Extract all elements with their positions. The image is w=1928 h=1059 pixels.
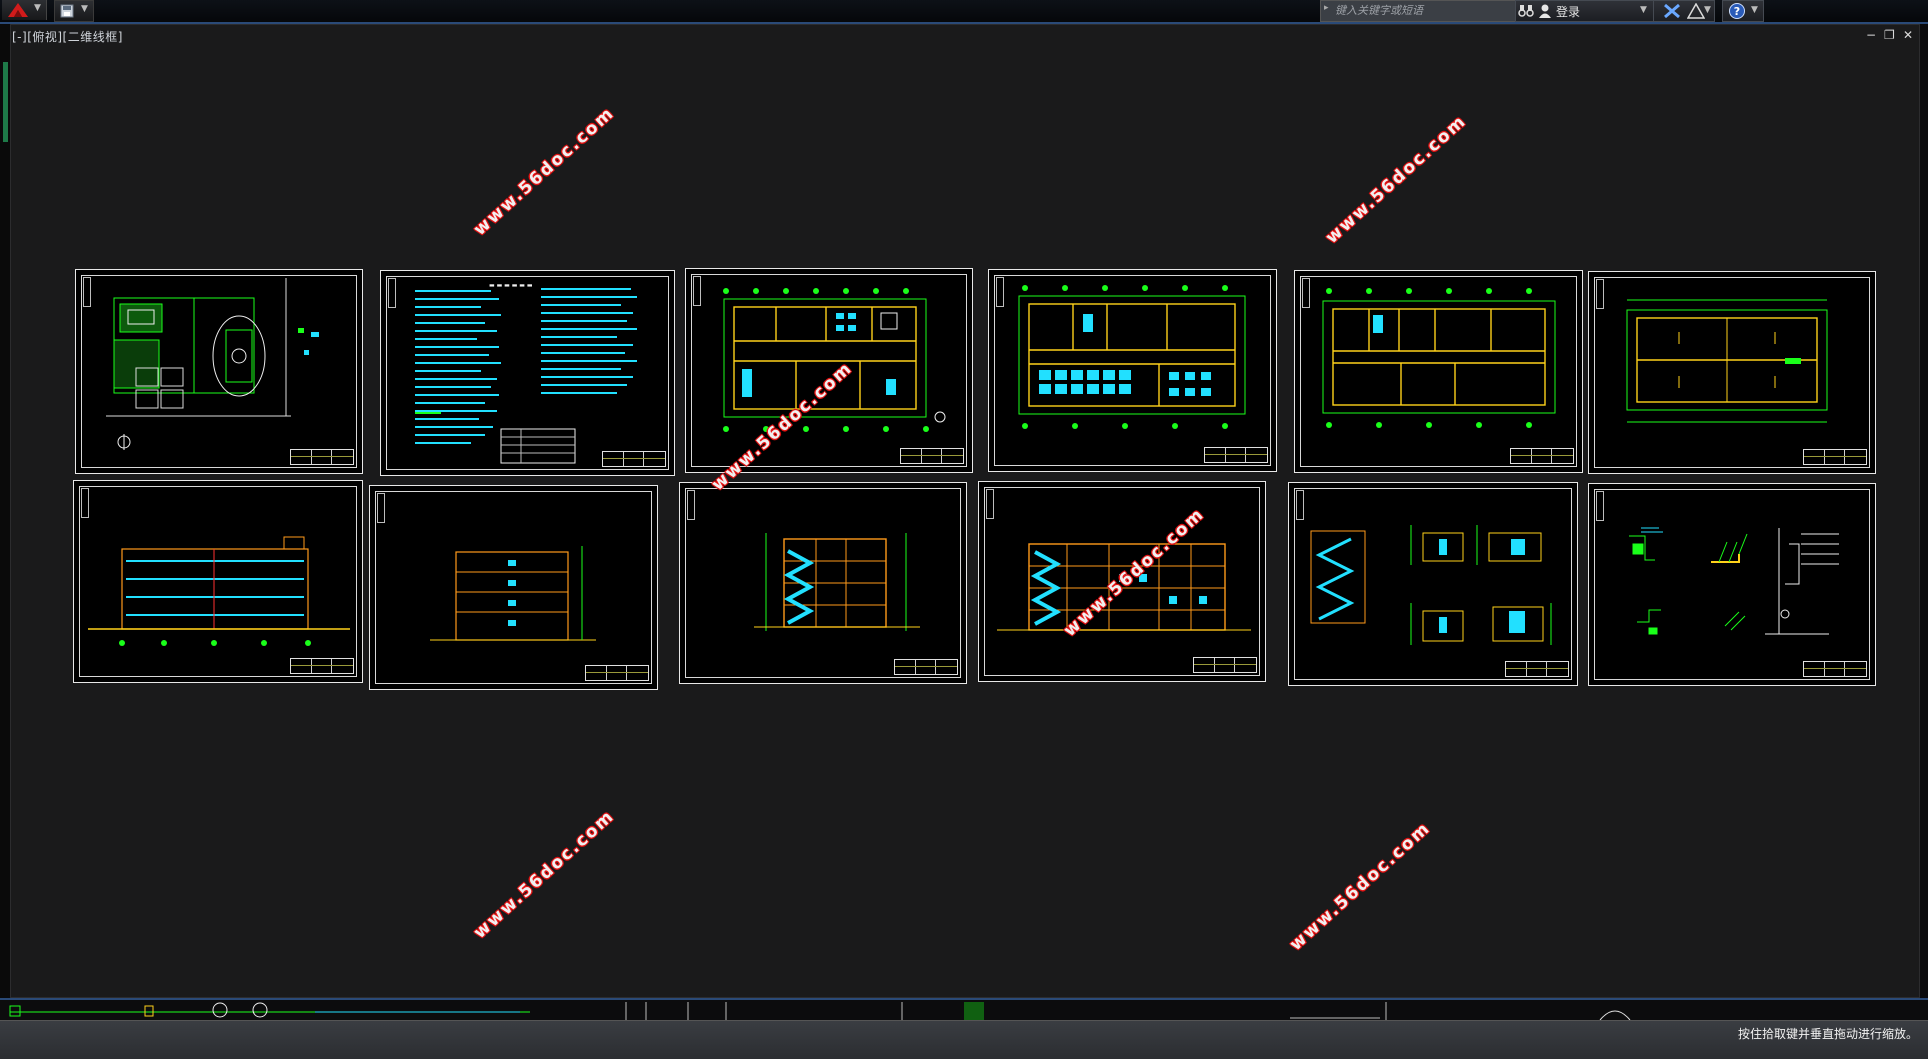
second-floor-plan-drawing bbox=[1018, 285, 1246, 429]
chevron-right-icon: ▸ bbox=[1324, 3, 1329, 13]
roof-plan-drawing bbox=[1626, 299, 1828, 423]
command-line-strip[interactable] bbox=[0, 998, 1928, 1022]
side-elevation-drawing bbox=[430, 546, 596, 641]
left-palette-strip bbox=[0, 22, 10, 1058]
user-icon bbox=[1539, 4, 1551, 18]
autocad-app-icon bbox=[8, 3, 28, 17]
chevron-down-icon: ▼ bbox=[34, 3, 41, 13]
sheet-side-elevation[interactable] bbox=[369, 485, 658, 690]
chevron-down-icon: ▼ bbox=[1704, 5, 1711, 15]
application-menu-button[interactable]: ▼ bbox=[2, 0, 47, 20]
third-floor-plan-drawing bbox=[1322, 288, 1556, 428]
layout-preview-strip bbox=[9, 1002, 1631, 1021]
site-plan-drawing bbox=[106, 278, 319, 450]
svg-text:?: ? bbox=[1734, 5, 1740, 18]
sheet-stair-details[interactable] bbox=[1288, 482, 1578, 686]
exchange-group[interactable]: ▼ bbox=[1653, 0, 1715, 22]
help-icon[interactable]: ? bbox=[1728, 2, 1746, 20]
sheet-roof-plan[interactable] bbox=[1588, 271, 1876, 474]
sheet-site-plan[interactable] bbox=[75, 269, 363, 474]
status-message: 按住拾取键并垂直拖动进行缩放。 bbox=[1737, 1027, 1918, 1041]
chevron-down-icon: ▼ bbox=[1751, 5, 1758, 15]
chevron-down-icon: ▼ bbox=[81, 4, 88, 14]
front-elevation-drawing bbox=[88, 536, 350, 646]
login-group[interactable]: 登录 ▼ bbox=[1515, 0, 1655, 22]
sheet-section-1-1[interactable] bbox=[679, 482, 967, 684]
status-bar: 按住拾取键并垂直拖动进行缩放。 bbox=[0, 1020, 1928, 1059]
login-label[interactable]: 登录 bbox=[1556, 3, 1580, 20]
help-group[interactable]: ? ▼ bbox=[1722, 0, 1764, 22]
a360-icon[interactable] bbox=[1687, 3, 1705, 19]
sheet-front-elevation[interactable] bbox=[73, 480, 363, 683]
search-box[interactable]: ▸ bbox=[1320, 0, 1518, 22]
construction-details-drawing bbox=[1629, 527, 1839, 635]
viewport-label[interactable]: [-][俯视][二维线框] bbox=[12, 28, 123, 45]
title-bar: ▼ ▼ ▸ 登录 ▼ ▼ bbox=[0, 0, 1928, 24]
stair-details-drawing bbox=[1310, 525, 1552, 645]
viewport-close-button[interactable]: ✕ bbox=[1903, 28, 1913, 42]
save-icon bbox=[60, 4, 74, 18]
palette-accent bbox=[3, 62, 8, 142]
exchange-x-icon[interactable] bbox=[1663, 3, 1681, 19]
binoculars-icon[interactable] bbox=[1518, 3, 1534, 19]
sheet-construction-details[interactable] bbox=[1588, 483, 1876, 686]
design-notes-drawing: ▬ ▬ ▬ ▬ ▬ ▬ bbox=[415, 282, 637, 464]
sheet-second-floor-plan[interactable] bbox=[988, 269, 1277, 472]
sheet-design-notes[interactable]: ▬ ▬ ▬ ▬ ▬ ▬ bbox=[380, 270, 675, 476]
viewport-minimize-button[interactable]: − bbox=[1866, 28, 1876, 42]
viewport-restore-button[interactable]: ❐ bbox=[1884, 28, 1895, 42]
svg-text:▬ ▬ ▬ ▬ ▬ ▬: ▬ ▬ ▬ ▬ ▬ ▬ bbox=[489, 282, 533, 289]
chevron-down-icon: ▼ bbox=[1640, 5, 1647, 15]
search-input[interactable] bbox=[1335, 3, 1513, 18]
section-drawing bbox=[754, 533, 920, 631]
quick-access-button[interactable]: ▼ bbox=[54, 0, 94, 22]
sheet-third-floor-plan[interactable] bbox=[1294, 270, 1583, 473]
